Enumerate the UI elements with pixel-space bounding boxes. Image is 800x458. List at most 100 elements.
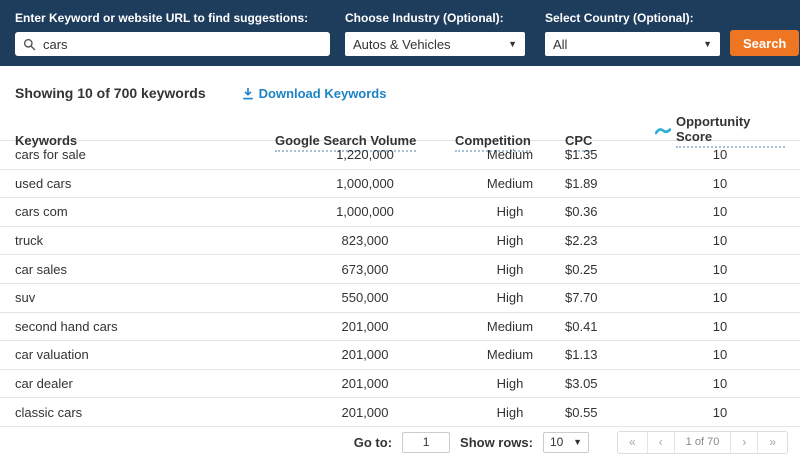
keyword-cell: second hand cars <box>15 319 275 334</box>
keyword-label: Enter Keyword or website URL to find sug… <box>15 11 330 25</box>
table-body: cars for sale1,220,000Medium$1.3510used … <box>0 141 800 427</box>
chevron-down-icon: ▼ <box>508 39 517 49</box>
opportunity-score-icon <box>655 126 671 136</box>
competition-cell: High <box>455 262 565 277</box>
cpc-cell: $1.13 <box>565 347 655 362</box>
competition-cell: High <box>455 290 565 305</box>
header-search-volume[interactable]: Google Search Volume <box>275 133 455 148</box>
industry-select[interactable]: Autos & Vehicles ▼ <box>345 32 525 56</box>
header-cpc[interactable]: CPC <box>565 133 655 148</box>
cpc-cell: $0.36 <box>565 204 655 219</box>
keyword-cell: cars com <box>15 204 275 219</box>
table-footer: Go to: Show rows: 10 ▼ « ‹ 1 of 70 › » <box>0 427 800 458</box>
table-row: classic cars201,000High$0.5510 <box>0 398 800 427</box>
cpc-cell: $1.35 <box>565 147 655 162</box>
table-row: car valuation201,000Medium$1.1310 <box>0 341 800 370</box>
first-page-button[interactable]: « <box>618 432 647 453</box>
table-row: suv550,000High$7.7010 <box>0 284 800 313</box>
score-cell: 10 <box>655 405 785 420</box>
results-summary: Showing 10 of 700 keywords <box>15 85 206 101</box>
volume-cell: 550,000 <box>275 290 455 305</box>
download-label: Download Keywords <box>259 86 387 101</box>
keyword-cell: truck <box>15 233 275 248</box>
table-row: second hand cars201,000Medium$0.4110 <box>0 313 800 342</box>
keyword-input-wrap <box>15 32 330 56</box>
country-select[interactable]: All ▼ <box>545 32 720 56</box>
last-page-button[interactable]: » <box>757 432 787 453</box>
table-row: car sales673,000High$0.2510 <box>0 255 800 284</box>
download-keywords-link[interactable]: Download Keywords <box>242 86 387 101</box>
keywords-table: Keywords Google Search Volume Competitio… <box>0 114 800 427</box>
country-label: Select Country (Optional): <box>545 11 720 25</box>
industry-label: Choose Industry (Optional): <box>345 11 525 25</box>
goto-page-input[interactable] <box>402 432 450 453</box>
next-page-button[interactable]: › <box>730 432 757 453</box>
cpc-cell: $2.23 <box>565 233 655 248</box>
keyword-cell: car valuation <box>15 347 275 362</box>
country-field-group: Select Country (Optional): All ▼ <box>545 11 720 56</box>
volume-cell: 201,000 <box>275 319 455 334</box>
chevron-down-icon: ▼ <box>703 39 712 49</box>
cpc-cell: $1.89 <box>565 176 655 191</box>
industry-selected-value: Autos & Vehicles <box>353 37 451 52</box>
keyword-cell: cars for sale <box>15 147 275 162</box>
volume-cell: 823,000 <box>275 233 455 248</box>
header-keywords: Keywords <box>15 133 275 148</box>
table-row: cars com1,000,000High$0.3610 <box>0 198 800 227</box>
prev-page-button[interactable]: ‹ <box>647 432 674 453</box>
chevron-down-icon: ▼ <box>573 437 582 447</box>
cpc-cell: $0.55 <box>565 405 655 420</box>
competition-cell: High <box>455 233 565 248</box>
keyword-input[interactable] <box>43 37 322 52</box>
header-competition[interactable]: Competition <box>455 133 565 148</box>
download-icon <box>242 87 254 100</box>
competition-cell: High <box>455 204 565 219</box>
keyword-cell: suv <box>15 290 275 305</box>
score-cell: 10 <box>655 347 785 362</box>
volume-cell: 1,000,000 <box>275 204 455 219</box>
show-rows-label: Show rows: <box>460 435 533 450</box>
keyword-cell: classic cars <box>15 405 275 420</box>
table-header-row: Keywords Google Search Volume Competitio… <box>0 114 800 141</box>
volume-cell: 1,000,000 <box>275 176 455 191</box>
score-cell: 10 <box>655 233 785 248</box>
score-cell: 10 <box>655 147 785 162</box>
table-row: truck823,000High$2.2310 <box>0 227 800 256</box>
cpc-cell: $0.41 <box>565 319 655 334</box>
keyword-cell: used cars <box>15 176 275 191</box>
competition-cell: High <box>455 376 565 391</box>
volume-cell: 1,220,000 <box>275 147 455 162</box>
score-cell: 10 <box>655 262 785 277</box>
score-cell: 10 <box>655 204 785 219</box>
volume-cell: 201,000 <box>275 347 455 362</box>
volume-cell: 201,000 <box>275 376 455 391</box>
industry-field-group: Choose Industry (Optional): Autos & Vehi… <box>345 11 525 56</box>
keyword-cell: car sales <box>15 262 275 277</box>
search-icon <box>23 38 36 51</box>
table-row: used cars1,000,000Medium$1.8910 <box>0 170 800 199</box>
competition-cell: Medium <box>455 147 565 162</box>
show-rows-select[interactable]: 10 ▼ <box>543 432 589 453</box>
show-rows-value: 10 <box>550 435 563 449</box>
header-opportunity-score[interactable]: Opportunity Score <box>655 114 785 148</box>
score-cell: 10 <box>655 376 785 391</box>
search-button[interactable]: Search <box>730 30 799 56</box>
table-row: car dealer201,000High$3.0510 <box>0 370 800 399</box>
cpc-cell: $0.25 <box>565 262 655 277</box>
score-cell: 10 <box>655 319 785 334</box>
score-cell: 10 <box>655 290 785 305</box>
competition-cell: High <box>455 405 565 420</box>
country-selected-value: All <box>553 37 567 52</box>
results-bar: Showing 10 of 700 keywords Download Keyw… <box>0 66 800 114</box>
cpc-cell: $3.05 <box>565 376 655 391</box>
page-indicator: 1 of 70 <box>674 432 731 453</box>
volume-cell: 673,000 <box>275 262 455 277</box>
competition-cell: Medium <box>455 347 565 362</box>
score-cell: 10 <box>655 176 785 191</box>
competition-cell: Medium <box>455 176 565 191</box>
goto-label: Go to: <box>354 435 392 450</box>
competition-cell: Medium <box>455 319 565 334</box>
cpc-cell: $7.70 <box>565 290 655 305</box>
keyword-field-group: Enter Keyword or website URL to find sug… <box>15 11 330 56</box>
keyword-cell: car dealer <box>15 376 275 391</box>
